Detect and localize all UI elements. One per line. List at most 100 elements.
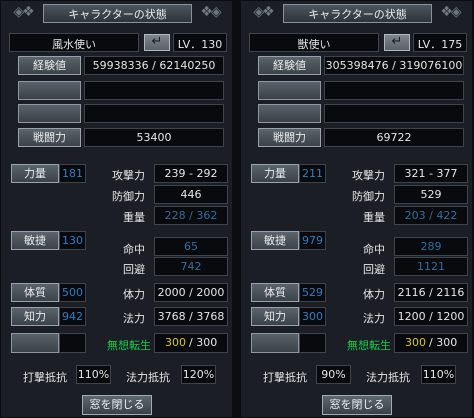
intelligence-button[interactable]: 知力	[251, 307, 299, 326]
evasion-label: 回避	[123, 263, 145, 276]
defense-field: 446	[154, 185, 228, 204]
defense-value: 529	[420, 188, 442, 201]
agility-value: 130	[62, 234, 83, 247]
reincarnation-max: / 300	[429, 336, 458, 349]
attack-field: 321 - 377	[394, 164, 468, 183]
physical-resistance-field: 90%	[316, 365, 351, 384]
intelligence-value: 300	[302, 310, 323, 323]
weight-field: 228 / 362	[154, 206, 228, 225]
close-window-button[interactable]: 窓を閉じる	[82, 395, 152, 415]
attack-label: 攻撃力	[352, 169, 385, 182]
close-window-button[interactable]: 窓を閉じる	[322, 395, 392, 415]
physical-resistance-label: 打撃抵抗	[23, 371, 67, 384]
hp-field: 2116 / 2116	[394, 283, 468, 302]
empty-slot-field	[324, 81, 464, 100]
level-field: LV．130	[173, 33, 227, 52]
intelligence-button[interactable]: 知力	[11, 307, 59, 326]
empty-slot-field	[324, 104, 464, 123]
character-status-window-right: ◈❖ ❖◈ キャラクターの状態 獣使い ↵ LV．175 経験値 3053984…	[240, 0, 473, 418]
hit-value: 289	[420, 240, 442, 253]
reincarnation-label: 無想転生	[107, 339, 151, 352]
attack-field: 239 - 292	[154, 164, 228, 183]
reincarnation-label: 無想転生	[347, 339, 391, 352]
strength-button[interactable]: 力量	[251, 164, 299, 183]
intelligence-field: 300	[299, 307, 326, 326]
hit-field: 65	[154, 237, 228, 256]
level-field: LV．175	[413, 33, 467, 52]
weight-label: 重量	[363, 211, 385, 224]
evasion-value: 1121	[417, 260, 445, 273]
exp-value: 59938336 / 62140250	[92, 59, 216, 72]
combat-power-label: 戦闘力	[258, 128, 321, 147]
empty-stat-button[interactable]	[251, 333, 299, 353]
reincarnation-field: 300 / 300	[394, 333, 468, 353]
defense-label: 防御力	[352, 190, 385, 203]
hit-field: 289	[394, 237, 468, 256]
defense-field: 529	[394, 185, 468, 204]
empty-stat-field	[299, 333, 326, 353]
strength-field: 181	[59, 164, 86, 183]
celtic-knot-icon: ◈❖	[13, 4, 34, 20]
strength-button[interactable]: 力量	[11, 164, 59, 183]
empty-stat-field	[59, 333, 86, 353]
agility-button[interactable]: 敏捷	[251, 231, 299, 250]
weight-value: 228 / 362	[164, 209, 218, 222]
magic-resistance-label: 法力抵抗	[366, 371, 410, 384]
exp-label: 経験値	[258, 56, 321, 75]
evasion-value: 742	[180, 260, 202, 273]
strength-field: 211	[299, 164, 326, 183]
reincarnation-max: / 300	[189, 336, 218, 349]
empty-stat-button[interactable]	[11, 333, 59, 353]
agility-button[interactable]: 敏捷	[11, 231, 59, 250]
empty-slot-field	[84, 81, 224, 100]
vitality-button[interactable]: 体質	[251, 283, 299, 302]
combat-power-value: 69722	[376, 131, 412, 144]
window-title: キャラクターの状態	[283, 4, 432, 23]
hp-field: 2000 / 2000	[154, 283, 228, 302]
class-name-field: 獣使い	[249, 33, 379, 52]
character-status-window-left: ◈❖ ❖◈ キャラクターの状態 風水使い ↵ LV．130 経験値 599383…	[0, 0, 233, 418]
vitality-button[interactable]: 体質	[11, 283, 59, 302]
weight-value: 203 / 422	[404, 209, 458, 222]
physical-resistance-value: 110%	[77, 368, 110, 381]
mp-value: 3768 / 3768	[157, 310, 225, 323]
vitality-value: 529	[302, 286, 323, 299]
mp-field: 1200 / 1200	[394, 307, 468, 326]
mp-label: 法力	[363, 312, 385, 325]
hp-value: 2000 / 2000	[157, 286, 225, 299]
weight-field: 203 / 422	[394, 206, 468, 225]
evasion-field: 1121	[394, 257, 468, 276]
agility-field: 130	[59, 231, 86, 250]
class-name: 風水使い	[52, 38, 96, 51]
hp-label: 体力	[123, 288, 145, 301]
physical-resistance-value: 90%	[321, 368, 346, 381]
return-arrow-icon[interactable]: ↵	[384, 34, 410, 51]
celtic-knot-icon: ❖◈	[200, 4, 221, 20]
class-name: 獣使い	[297, 38, 331, 51]
attack-value: 239 - 292	[164, 167, 218, 180]
mp-label: 法力	[123, 312, 145, 325]
intelligence-value: 942	[62, 310, 83, 323]
attack-label: 攻撃力	[112, 169, 145, 182]
vitality-value: 500	[62, 286, 83, 299]
combat-power-field: 69722	[324, 128, 464, 147]
empty-slot-label	[258, 104, 321, 123]
defense-label: 防御力	[112, 190, 145, 203]
agility-value: 979	[302, 234, 323, 247]
exp-label: 経験値	[18, 56, 81, 75]
magic-resistance-field: 110%	[421, 365, 456, 384]
window-title: キャラクターの状態	[43, 4, 192, 23]
combat-power-value: 53400	[136, 131, 172, 144]
exp-field: 305398476 / 319076100	[324, 56, 464, 75]
return-arrow-icon[interactable]: ↵	[144, 34, 170, 51]
vitality-field: 529	[299, 283, 326, 302]
reincarnation-field: 300 / 300	[154, 333, 228, 353]
empty-slot-label	[18, 81, 81, 100]
combat-power-label: 戦闘力	[18, 128, 81, 147]
mp-value: 1200 / 1200	[397, 310, 465, 323]
defense-value: 446	[180, 188, 202, 201]
physical-resistance-field: 110%	[76, 365, 111, 384]
strength-value: 211	[302, 167, 323, 180]
mp-field: 3768 / 3768	[154, 307, 228, 326]
class-name-field: 風水使い	[9, 33, 139, 52]
